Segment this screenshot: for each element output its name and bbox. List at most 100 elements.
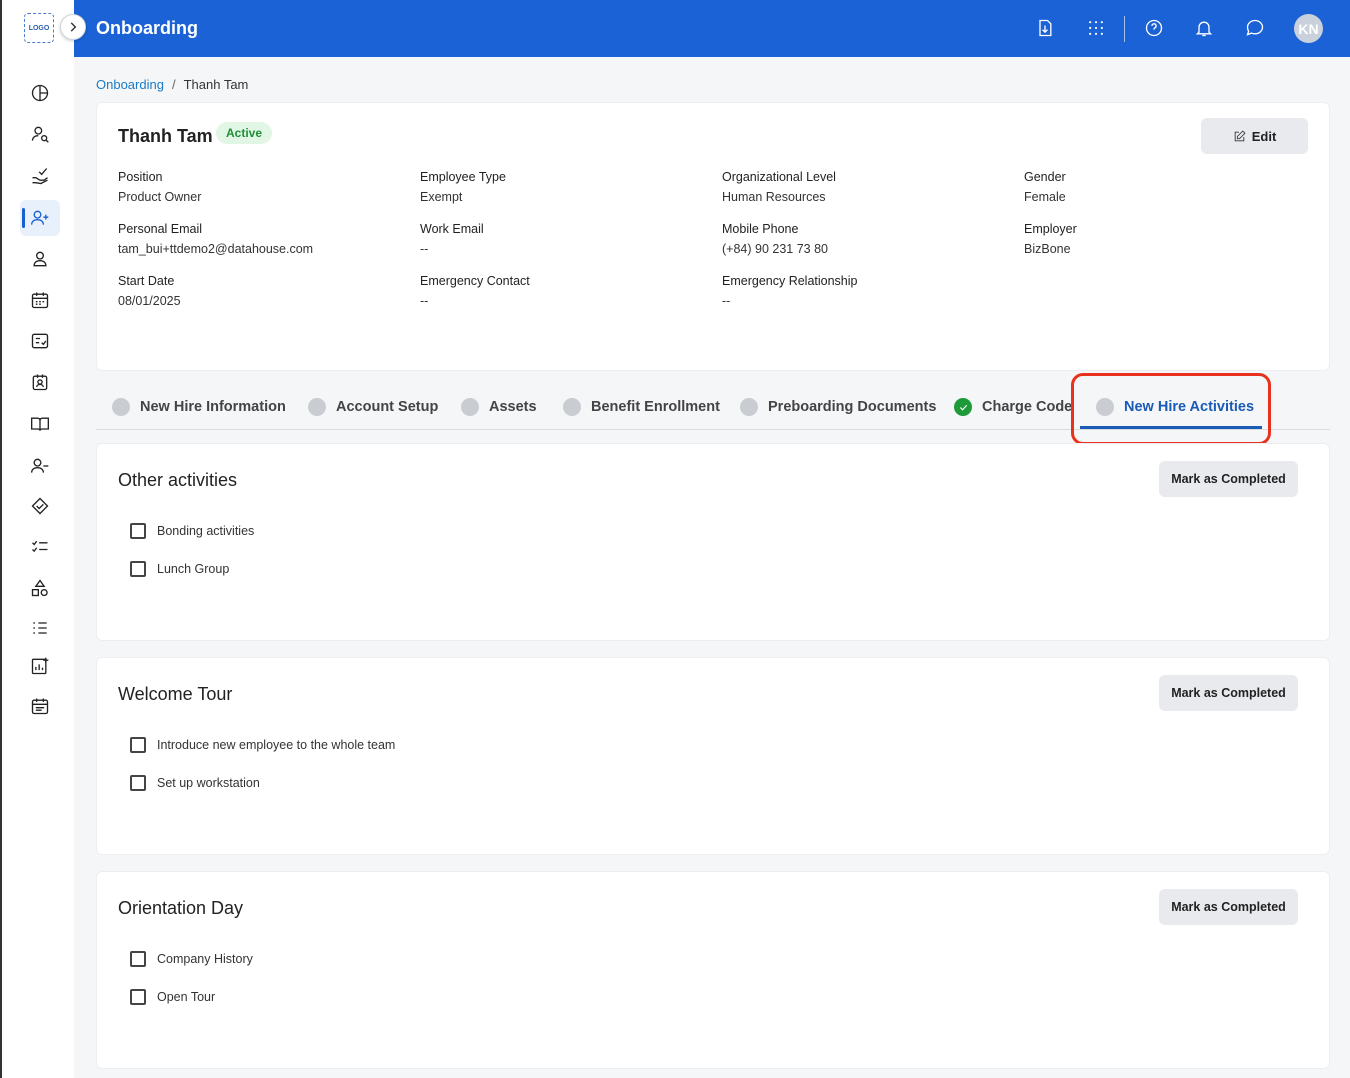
field-mobile-phone: Mobile Phone (+84) 90 231 73 80 <box>722 222 828 256</box>
field-value: -- <box>420 242 429 256</box>
task-item[interactable]: Company History <box>130 951 253 967</box>
field-start-date: Start Date 08/01/2025 <box>118 274 181 308</box>
breadcrumb-onboarding-link[interactable]: Onboarding <box>96 77 164 92</box>
task-checkbox[interactable] <box>130 951 146 967</box>
sidebar-item-calendar[interactable] <box>20 282 60 318</box>
sidebar-item-user-minus[interactable] <box>20 448 60 484</box>
field-gender: Gender Female <box>1024 170 1066 204</box>
field-personal-email: Personal Email tam_bui+ttdemo2@datahouse.… <box>118 222 313 256</box>
task-label: Bonding activities <box>157 524 255 538</box>
status-dot-icon <box>112 398 130 416</box>
field-value: Human Resources <box>722 190 826 204</box>
sidebar-item-hand-check[interactable] <box>20 158 60 194</box>
task-checkbox[interactable] <box>130 561 146 577</box>
tab-benefit-enrollment[interactable]: Benefit Enrollment <box>563 398 720 416</box>
task-checkbox[interactable] <box>130 775 146 791</box>
tab-label: Assets <box>489 399 537 415</box>
field-value: -- <box>420 294 429 308</box>
help-button[interactable] <box>1141 15 1167 41</box>
tab-label: New Hire Information <box>140 399 286 415</box>
field-value: BizBone <box>1024 242 1071 256</box>
field-position: Position Product Owner <box>118 170 201 204</box>
mark-as-completed-button[interactable]: Mark as Completed <box>1159 675 1298 711</box>
edit-icon <box>1234 129 1246 141</box>
report-icon <box>31 657 49 675</box>
user-avatar[interactable]: KN <box>1294 14 1323 43</box>
task-item[interactable]: Bonding activities <box>130 523 254 539</box>
grid-icon <box>1089 21 1103 35</box>
task-item[interactable]: Open Tour <box>130 989 215 1005</box>
page-title: Onboarding <box>96 18 198 38</box>
help-icon <box>1145 19 1163 37</box>
apps-button[interactable] <box>1083 15 1109 41</box>
user-add-icon <box>31 210 49 225</box>
tab-new-hire-information[interactable]: New Hire Information <box>112 398 286 416</box>
field-emergency-contact: Emergency Contact -- <box>420 274 530 308</box>
tab-preboarding-documents[interactable]: Preboarding Documents <box>740 398 936 416</box>
notifications-button[interactable] <box>1191 15 1217 41</box>
section-title: Welcome Tour <box>118 684 233 704</box>
mark-as-completed-button[interactable]: Mark as Completed <box>1159 461 1298 497</box>
download-file-icon <box>1039 19 1052 37</box>
status-dot-icon <box>740 398 758 416</box>
top-bar: Onboarding KN <box>74 0 1350 57</box>
field-label: Employee Type <box>420 170 506 184</box>
calendar-icon <box>31 292 49 309</box>
mark-as-completed-button[interactable]: Mark as Completed <box>1159 889 1298 925</box>
sidebar-item-user-search[interactable] <box>20 116 60 152</box>
sidebar-expand-button[interactable] <box>60 14 86 40</box>
field-label: Employer <box>1024 222 1077 236</box>
task-label: Lunch Group <box>157 562 230 576</box>
chat-button[interactable] <box>1242 15 1268 41</box>
status-dot-icon <box>461 398 479 416</box>
sidebar-item-person[interactable] <box>20 241 60 277</box>
task-item[interactable]: Set up workstation <box>130 775 260 791</box>
field-work-email: Work Email -- <box>420 222 484 256</box>
breadcrumb-current: Thanh Tam <box>183 77 249 92</box>
book-icon <box>31 417 49 431</box>
field-value: Exempt <box>420 190 463 204</box>
field-value: -- <box>722 294 731 308</box>
sidebar-item-id-badge[interactable] <box>20 364 60 400</box>
tab-assets[interactable]: Assets <box>461 398 537 416</box>
sidebar-item-numbered-list[interactable] <box>20 610 60 646</box>
task-item[interactable]: Introduce new employee to the whole team <box>130 737 395 753</box>
field-value: 08/01/2025 <box>118 294 181 308</box>
task-checkbox[interactable] <box>130 737 146 753</box>
field-value: (+84) 90 231 73 80 <box>722 242 828 256</box>
field-label: Personal Email <box>118 222 203 236</box>
sidebar-item-dashboard[interactable] <box>20 75 60 111</box>
sidebar-item-checklist-form[interactable] <box>20 323 60 359</box>
sidebar: LOGO <box>0 0 74 1078</box>
download-button[interactable] <box>1032 15 1058 41</box>
edit-button[interactable]: Edit <box>1201 118 1308 154</box>
task-checkbox[interactable] <box>130 523 146 539</box>
field-label: Start Date <box>118 274 175 288</box>
section-title: Orientation Day <box>118 898 244 918</box>
highlight-annotation <box>1071 373 1271 445</box>
employee-profile-card: Thanh Tam Edit Position Product Owner Emp… <box>96 102 1330 371</box>
sidebar-item-task-list[interactable] <box>20 529 60 565</box>
checklist-form-icon <box>31 333 49 349</box>
field-employee-type: Employee Type Exempt <box>420 170 506 204</box>
task-item[interactable]: Lunch Group <box>130 561 229 577</box>
person-icon <box>33 251 47 267</box>
id-badge-icon <box>32 374 48 391</box>
sidebar-item-book[interactable] <box>20 406 60 442</box>
breadcrumb-separator: / <box>171 77 176 92</box>
tab-charge-code[interactable]: Charge Code <box>954 398 1072 416</box>
task-checkbox[interactable] <box>130 989 146 1005</box>
sidebar-item-schedule[interactable] <box>20 688 60 724</box>
sidebar-item-handshake[interactable] <box>20 488 60 524</box>
sidebar-item-onboarding[interactable] <box>20 200 60 236</box>
sidebar-item-shapes[interactable] <box>20 570 60 606</box>
field-label: Emergency Contact <box>420 274 530 288</box>
tab-account-setup[interactable]: Account Setup <box>308 398 438 416</box>
breadcrumb: Onboarding / Thanh Tam <box>96 77 248 92</box>
app-logo[interactable]: LOGO <box>24 13 54 43</box>
numbered-list-icon <box>33 622 47 634</box>
user-minus-icon <box>31 458 49 473</box>
field-label: Gender <box>1024 170 1066 184</box>
chevron-right-icon <box>70 22 77 32</box>
sidebar-item-report[interactable] <box>20 648 60 684</box>
